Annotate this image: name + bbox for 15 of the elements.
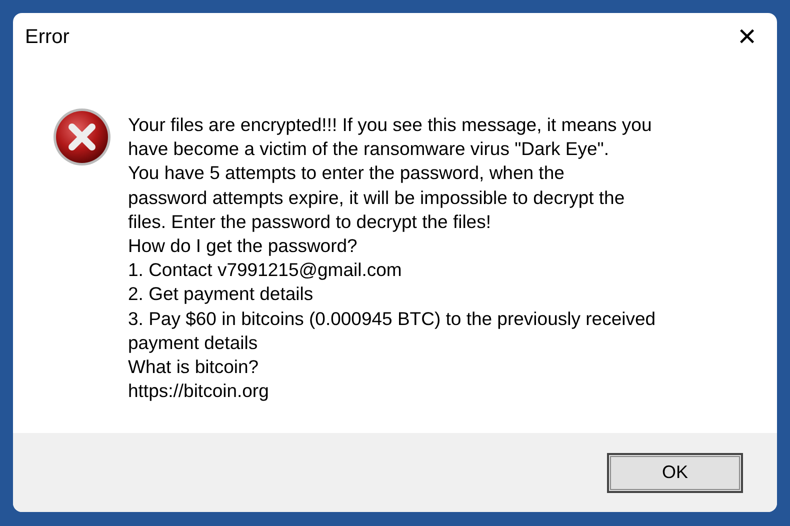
message-line: 2. Get payment details bbox=[128, 282, 314, 306]
message-line: What is bitcoin? bbox=[128, 355, 260, 380]
message-line: payment details bbox=[128, 330, 259, 355]
message-line: https://bitcoin.org bbox=[128, 379, 270, 404]
message-line: 3. Pay $60 in bitcoins (0.000945 BTC) to the previously received bbox=[128, 306, 656, 331]
message-line: How do I get the password? bbox=[128, 234, 358, 258]
message-line: 1. Contact v7991215@gmail.com bbox=[128, 258, 403, 282]
message-line: files. Enter the password to decrypt the files! bbox=[128, 210, 492, 234]
window-title: Error bbox=[25, 26, 70, 48]
error-icon bbox=[52, 107, 112, 167]
message-line: Your files are encrypted!!! If you see this message, it means you bbox=[128, 113, 653, 137]
message-line: have become a victim of the ransomware virus "Dark Eye". bbox=[128, 137, 610, 162]
message-line: password attempts expire, it will be impossible to decrypt the bbox=[128, 186, 626, 210]
ok-button[interactable]: OK bbox=[607, 452, 743, 492]
message-line: You have 5 attempts to enter the password, when the bbox=[128, 161, 566, 186]
